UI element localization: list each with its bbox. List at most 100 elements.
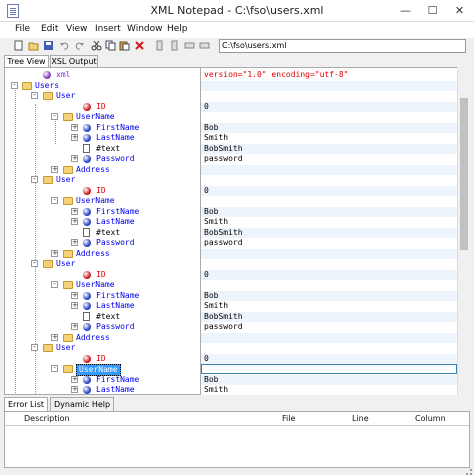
value-cell[interactable]: Smith (201, 385, 457, 395)
open-folder-icon[interactable] (28, 40, 39, 51)
value-cell[interactable] (201, 248, 457, 259)
error-list[interactable]: Description File Line Column (4, 411, 470, 468)
minimize-button[interactable]: — (392, 0, 419, 21)
expand-toggle-icon[interactable]: + (71, 123, 78, 131)
value-cell[interactable] (201, 280, 457, 290)
value-cell[interactable] (201, 164, 457, 175)
value-cell[interactable]: password (201, 154, 457, 164)
tree-node[interactable]: - UserName (5, 112, 200, 122)
delete-icon[interactable] (134, 40, 145, 51)
tree-node[interactable]: ID (5, 354, 200, 364)
value-cell[interactable]: Bob (201, 374, 457, 385)
nudge-right-icon[interactable] (199, 40, 210, 51)
tab-xsl-output[interactable]: XSL Output (50, 55, 98, 67)
collapse-toggle-icon[interactable]: - (51, 281, 58, 288)
value-cell[interactable]: 0 (201, 269, 457, 280)
nudge-down-icon[interactable] (169, 40, 180, 51)
collapse-toggle-icon[interactable]: - (51, 197, 58, 204)
expand-toggle-icon[interactable]: + (71, 375, 78, 383)
expand-toggle-icon[interactable]: + (71, 291, 78, 299)
value-cell[interactable] (201, 332, 457, 343)
tree-node[interactable]: + Password (5, 322, 200, 332)
collapse-toggle-icon[interactable]: - (31, 344, 38, 351)
value-cell[interactable] (201, 259, 457, 269)
tree-node[interactable]: #text (5, 143, 200, 154)
column-column[interactable]: Column (415, 414, 446, 423)
expand-toggle-icon[interactable]: + (71, 155, 78, 162)
location-field[interactable]: C:\fso\users.xml (219, 39, 466, 53)
value-cell[interactable]: password (201, 322, 457, 332)
expand-toggle-icon[interactable]: + (51, 165, 58, 173)
tree-node[interactable]: #text (5, 311, 200, 322)
menu-edit[interactable]: Edit (41, 24, 58, 34)
vertical-scrollbar[interactable] (457, 67, 470, 395)
value-cell[interactable]: 0 (201, 185, 457, 196)
column-line[interactable]: Line (352, 414, 369, 423)
tree-node[interactable]: + Address (5, 249, 200, 259)
tree-node[interactable]: #text (5, 227, 200, 238)
tree-node[interactable]: - UserName (5, 280, 200, 290)
tree-node[interactable]: ID (5, 102, 200, 112)
tree-node[interactable]: + Address (5, 333, 200, 343)
expand-toggle-icon[interactable]: + (51, 249, 58, 257)
copy-icon[interactable] (105, 40, 116, 51)
value-cell[interactable] (201, 112, 457, 122)
value-cell[interactable]: Bob (201, 290, 457, 301)
nudge-up-icon[interactable] (154, 40, 165, 51)
tree-node[interactable]: + LastName (5, 385, 200, 394)
collapse-toggle-icon[interactable]: - (31, 176, 38, 183)
tree-node[interactable]: - Users (5, 81, 200, 91)
value-cell[interactable]: 0 (201, 101, 457, 112)
collapse-toggle-icon[interactable]: - (51, 113, 58, 120)
tree-node[interactable]: + LastName (5, 133, 200, 143)
menu-window[interactable]: Window (127, 24, 163, 34)
column-file[interactable]: File (282, 414, 295, 423)
value-cell[interactable]: version="1.0" encoding="utf-8" (201, 70, 457, 80)
tree-node[interactable]: xml (5, 70, 200, 80)
close-button[interactable]: ✕ (446, 0, 473, 21)
value-cell[interactable]: Smith (201, 301, 457, 311)
menu-view[interactable]: View (66, 24, 87, 34)
tab-tree-view[interactable]: Tree View (4, 55, 49, 67)
tree-node[interactable]: + LastName (5, 217, 200, 227)
value-cell[interactable] (201, 196, 457, 206)
tab-error-list[interactable]: Error List (4, 397, 49, 411)
paste-icon[interactable] (119, 40, 130, 51)
value-cell[interactable]: Bob (201, 206, 457, 217)
tree-node[interactable]: + FirstName (5, 207, 200, 217)
menu-insert[interactable]: Insert (95, 24, 121, 34)
tree-node[interactable]: - User (5, 175, 200, 185)
cut-icon[interactable] (91, 40, 102, 51)
tree-node[interactable]: + FirstName (5, 291, 200, 301)
value-cell[interactable]: password (201, 238, 457, 248)
value-cell[interactable]: Bob (201, 122, 457, 133)
new-file-icon[interactable] (13, 40, 24, 51)
value-edit-field[interactable] (201, 364, 457, 374)
tree-node[interactable]: + Address (5, 165, 200, 175)
tree-node[interactable]: + Password (5, 238, 200, 248)
tree-node[interactable]: + LastName (5, 301, 200, 311)
expand-toggle-icon[interactable]: + (71, 207, 78, 215)
nudge-left-icon[interactable] (184, 40, 195, 51)
value-cell[interactable] (201, 343, 457, 353)
tree-node[interactable]: - UserName (5, 196, 200, 206)
value-cell[interactable] (201, 91, 457, 101)
collapse-toggle-icon[interactable]: - (31, 92, 38, 99)
value-cell[interactable] (201, 80, 457, 91)
value-cell[interactable]: 0 (201, 353, 457, 364)
tree-node[interactable]: - User (5, 259, 200, 269)
column-description[interactable]: Description (24, 414, 70, 423)
value-cell[interactable]: Smith (201, 217, 457, 227)
resize-grip-icon[interactable] (466, 469, 472, 475)
tree-node[interactable]: + FirstName (5, 375, 200, 385)
tree-node[interactable]: - UserName (5, 364, 200, 376)
tree-view[interactable]: xml - Users - User ID - UserName + FirstName + Last… (4, 67, 201, 395)
scrollbar-thumb[interactable] (460, 98, 468, 250)
tree-node[interactable]: ID (5, 270, 200, 280)
collapse-toggle-icon[interactable]: - (11, 81, 18, 89)
save-icon[interactable] (43, 40, 54, 51)
expand-toggle-icon[interactable]: + (51, 333, 58, 341)
value-cell[interactable]: Smith (201, 133, 457, 143)
expand-toggle-icon[interactable]: + (71, 386, 78, 393)
value-cell[interactable]: BobSmith (201, 227, 457, 238)
